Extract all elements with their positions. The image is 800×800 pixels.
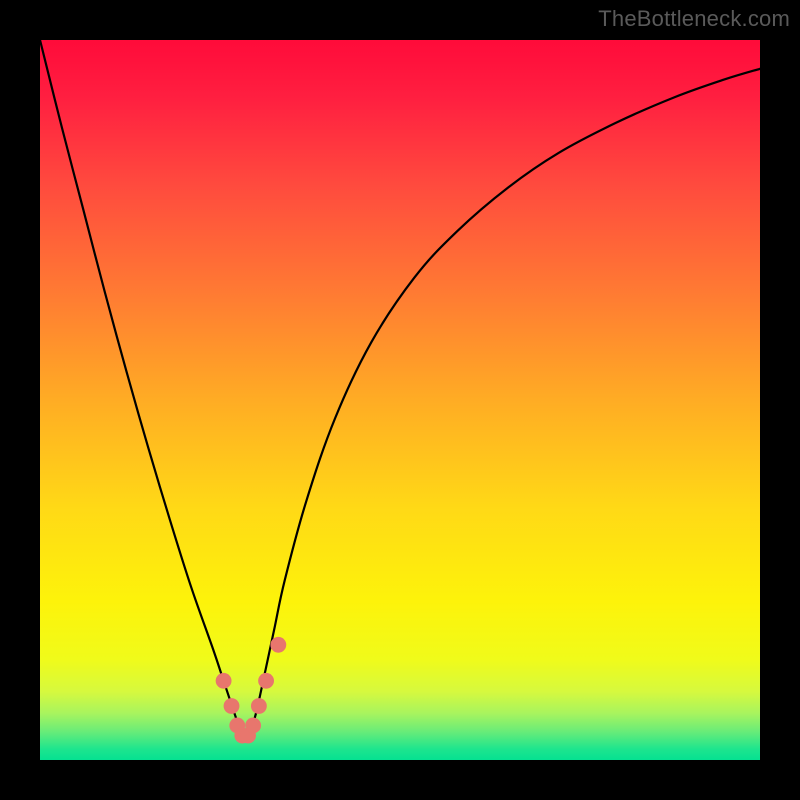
valley-marker: [245, 718, 261, 734]
chart-frame: TheBottleneck.com: [0, 0, 800, 800]
watermark-text: TheBottleneck.com: [598, 6, 790, 32]
valley-marker: [270, 637, 286, 653]
valley-marker: [216, 673, 232, 689]
plot-area: [40, 40, 760, 760]
valley-marker: [251, 698, 267, 714]
valley-marker: [258, 673, 274, 689]
curve-layer: [40, 40, 760, 760]
valley-marker: [224, 698, 240, 714]
bottleneck-curve: [40, 40, 760, 737]
